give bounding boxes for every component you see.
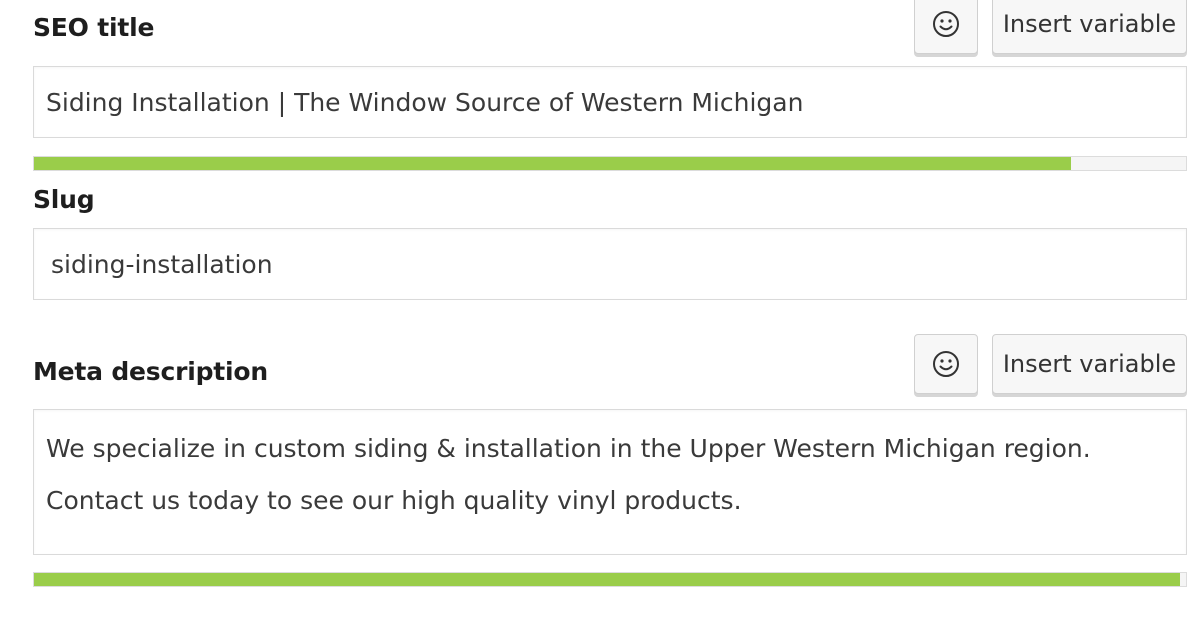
meta-description-emoji-button[interactable] (914, 334, 978, 394)
seo-title-progress-fill (34, 157, 1071, 170)
meta-description-line-2: Contact us today to see our high quality… (46, 486, 742, 515)
meta-description-label: Meta description (33, 357, 268, 386)
smiley-face-icon (933, 11, 959, 37)
seo-title-emoji-button[interactable] (914, 0, 978, 54)
meta-description-insert-variable-button[interactable]: Insert variable (992, 334, 1187, 394)
seo-title-progress-bar (33, 156, 1187, 171)
meta-description-textarea[interactable]: We specialize in custom siding & install… (33, 409, 1187, 555)
smiley-face-icon (933, 351, 959, 377)
seo-title-insert-variable-button[interactable]: Insert variable (992, 0, 1187, 54)
meta-description-line-1: We specialize in custom siding & install… (46, 434, 1091, 463)
meta-description-progress-fill (34, 573, 1181, 586)
seo-title-input[interactable]: Siding Installation | The Window Source … (33, 66, 1187, 138)
slug-label: Slug (33, 185, 95, 214)
seo-settings-panel: SEO title Insert variable Siding Install… (0, 0, 1200, 617)
slug-input[interactable]: siding-installation (33, 228, 1187, 300)
meta-description-progress-bar (33, 572, 1187, 587)
seo-title-label: SEO title (33, 13, 155, 42)
